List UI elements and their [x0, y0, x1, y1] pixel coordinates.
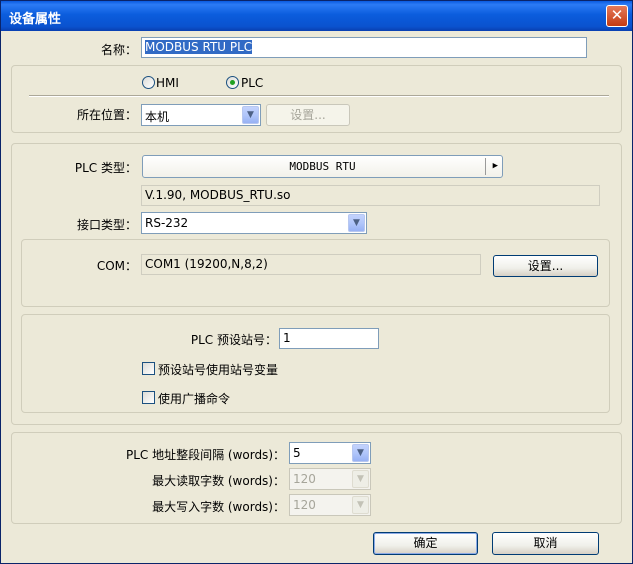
com-settings-button[interactable]: 设置...: [493, 255, 598, 277]
max-write-value: 120: [293, 498, 316, 512]
close-icon: ✕: [610, 6, 624, 24]
interface-select[interactable]: RS-232 ▼: [141, 212, 367, 234]
driver-version-field: V.1.90, MODBUS_RTU.so: [141, 185, 600, 206]
name-label: 名称：: [100, 43, 137, 57]
close-button[interactable]: ✕: [606, 5, 628, 27]
interval-label: PLC 地址整段间隔 (words)：: [125, 448, 285, 462]
max-read-label: 最大读取字数 (words)：: [152, 474, 285, 488]
broadcast-label: 使用广播命令: [158, 392, 231, 406]
title-bar[interactable]: 设备属性 ✕: [1, 1, 632, 31]
station-variable-checkbox[interactable]: [142, 362, 155, 375]
dropdown-arrow-icon: ▼: [352, 470, 369, 488]
separator: [485, 158, 486, 175]
radio-selected-dot: [230, 80, 235, 85]
dropdown-arrow-icon: ▼: [352, 444, 369, 462]
hmi-radio-label: HMI: [156, 76, 179, 90]
dropdown-arrow-icon: ▼: [242, 106, 259, 124]
max-write-label: 最大写入字数 (words)：: [152, 500, 285, 514]
station-input[interactable]: 1: [279, 328, 379, 349]
max-write-select[interactable]: 120 ▼: [289, 494, 371, 516]
plc-radio-label: PLC: [241, 76, 264, 90]
plc-radio[interactable]: [226, 76, 239, 89]
location-label: 所在位置：: [76, 108, 137, 122]
interface-label: 接口类型：: [76, 218, 137, 232]
location-value: 本机: [145, 110, 170, 124]
max-read-value: 120: [293, 472, 316, 486]
interface-value: RS-232: [145, 216, 189, 230]
interval-value: 5: [293, 446, 301, 460]
broadcast-checkbox[interactable]: [142, 391, 155, 404]
triangle-right-icon: ▶: [492, 161, 498, 171]
name-input[interactable]: MODBUS RTU PLC: [141, 37, 587, 58]
com-label: COM：: [96, 259, 137, 273]
window-title: 设备属性: [9, 12, 62, 27]
max-read-select[interactable]: 120 ▼: [289, 468, 371, 490]
location-select[interactable]: 本机 ▼: [141, 104, 261, 126]
cancel-button[interactable]: 取消: [492, 532, 599, 555]
station-label: PLC 预设站号：: [190, 333, 277, 347]
plc-type-label: PLC 类型：: [74, 161, 137, 175]
plc-type-button[interactable]: MODBUS RTU ▶: [142, 155, 503, 178]
device-properties-dialog: 设备属性 ✕ 名称： MODBUS RTU PLC HMI PLC 所在位置： …: [0, 0, 633, 564]
dropdown-arrow-icon: ▼: [352, 496, 369, 514]
name-value: MODBUS RTU PLC: [145, 40, 253, 54]
hmi-radio[interactable]: [142, 76, 155, 89]
dropdown-arrow-icon: ▼: [348, 214, 365, 232]
location-settings-button[interactable]: 设置...: [266, 104, 350, 126]
station-variable-label: 预设站号使用站号变量: [158, 363, 279, 377]
interval-select[interactable]: 5 ▼: [289, 442, 371, 464]
plc-type-value: MODBUS RTU: [289, 160, 356, 173]
ok-button[interactable]: 确定: [373, 532, 478, 555]
com-value-field: COM1 (19200,N,8,2): [141, 254, 481, 275]
divider: [29, 95, 609, 97]
